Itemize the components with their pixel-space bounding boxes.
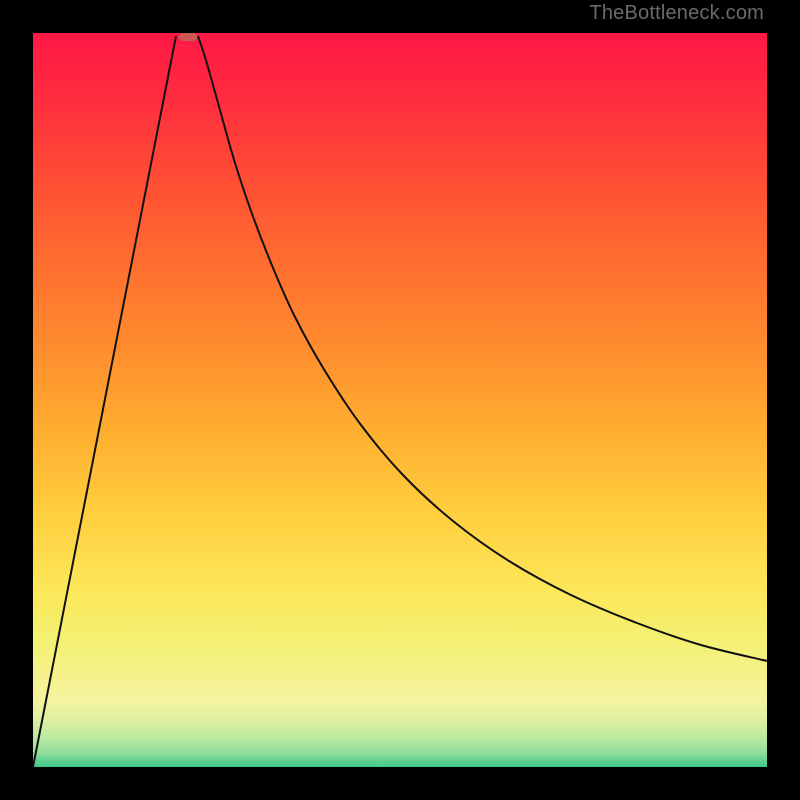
background-gradient [33,33,767,767]
watermark-text: TheBottleneck.com [589,2,764,25]
plot-area [33,33,767,767]
